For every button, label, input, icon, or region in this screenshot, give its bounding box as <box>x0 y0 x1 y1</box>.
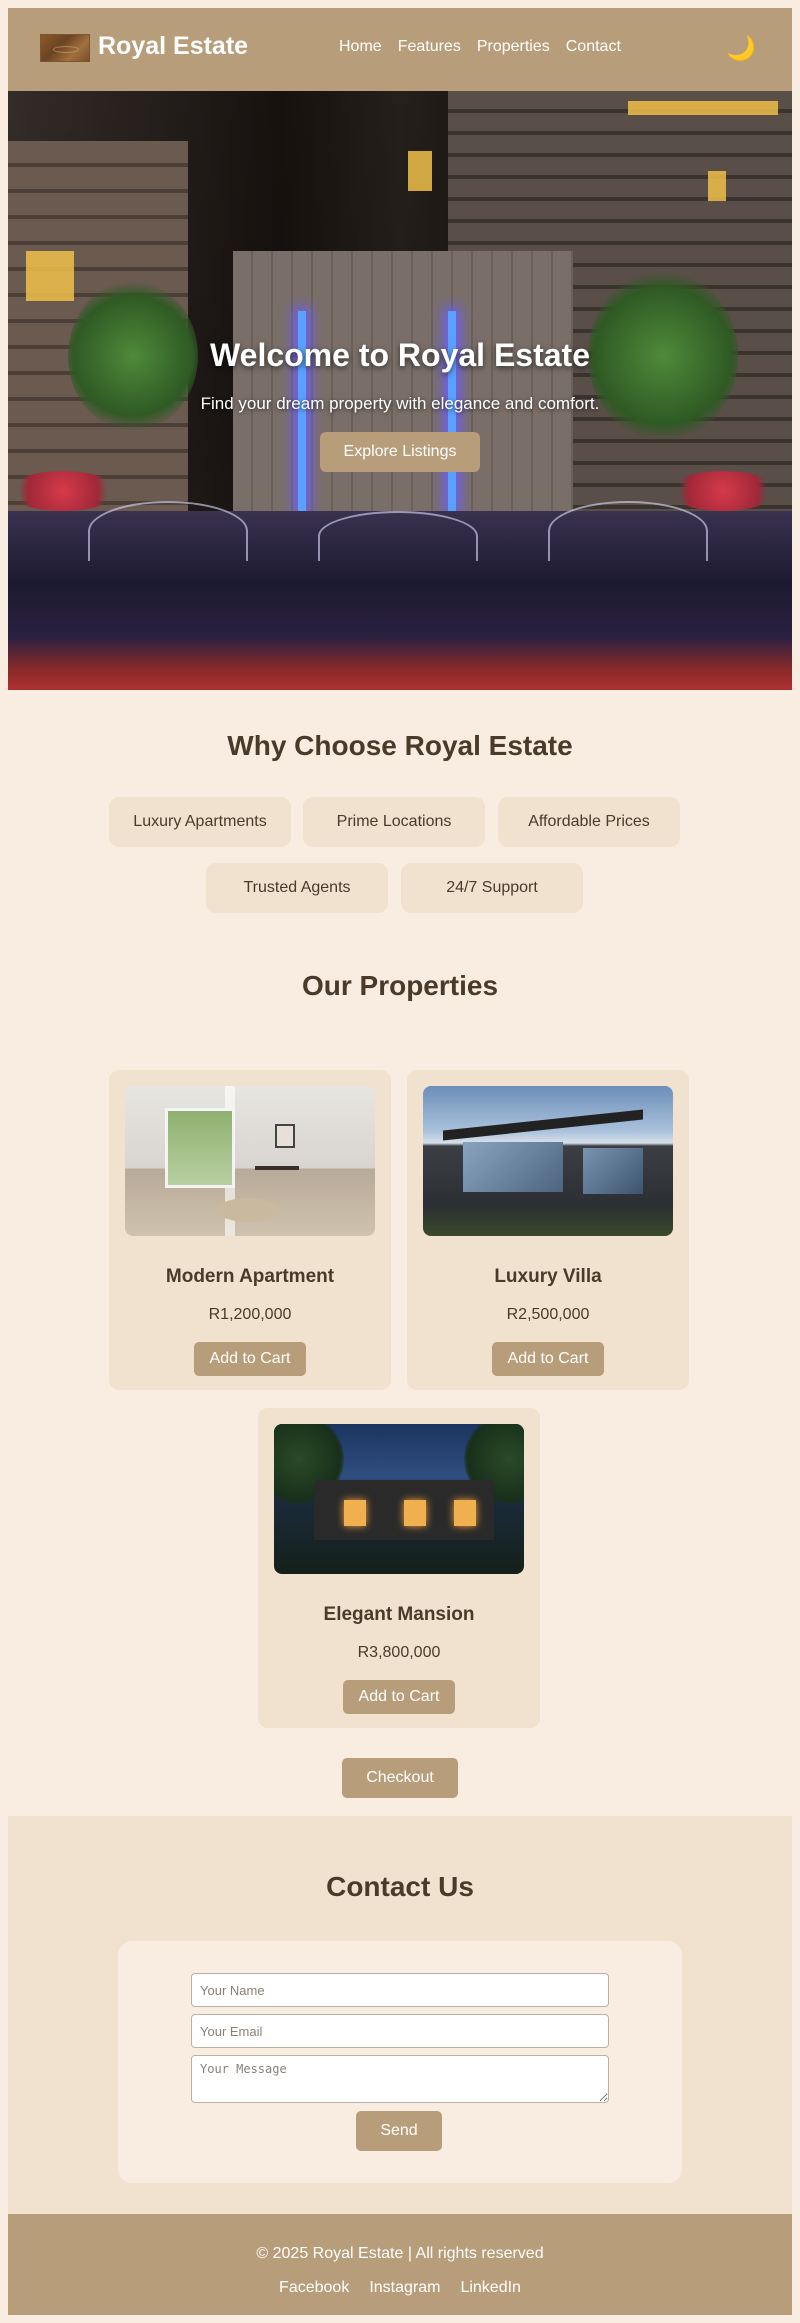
contact-form: Send <box>118 1941 682 2183</box>
property-card: Modern Apartment R1,200,000 Add to Cart <box>109 1070 391 1390</box>
hero-subtitle: Find your dream property with elegance a… <box>200 394 600 413</box>
property-name: Luxury Villa <box>494 1266 602 1287</box>
hero-flowers <box>668 471 778 511</box>
feature-card: Luxury Apartments <box>109 797 291 847</box>
name-field[interactable] <box>191 1973 609 2007</box>
site-footer: © 2025 Royal Estate | All rights reserve… <box>8 2214 792 2315</box>
logo-image[interactable] <box>40 34 90 62</box>
contact-title: Contact Us <box>326 1871 474 1902</box>
hero-fountain <box>88 501 248 561</box>
social-links: Facebook Instagram LinkedIn <box>8 2279 792 2297</box>
feature-card: Trusted Agents <box>206 863 388 913</box>
nav-properties[interactable]: Properties <box>477 38 550 56</box>
property-card: Luxury Villa R2,500,000 Add to Cart <box>407 1070 689 1390</box>
add-to-cart-button[interactable]: Add to Cart <box>194 1342 306 1376</box>
hero-window-light <box>26 251 74 301</box>
feature-card: 24/7 Support <box>401 863 583 913</box>
hero-flowers <box>8 471 118 511</box>
page: Royal Estate Home Features Properties Co… <box>8 8 792 2315</box>
brand-name[interactable]: Royal Estate <box>98 32 248 61</box>
feature-card: Affordable Prices <box>498 797 680 847</box>
nav-contact[interactable]: Contact <box>566 38 621 56</box>
property-name: Elegant Mansion <box>323 1604 475 1625</box>
site-header: Royal Estate Home Features Properties Co… <box>8 8 792 91</box>
linkedin-link[interactable]: LinkedIn <box>460 2279 521 2297</box>
property-name: Modern Apartment <box>165 1266 335 1287</box>
hero-window-light <box>408 151 432 191</box>
checkout-button[interactable]: Checkout <box>342 1758 458 1798</box>
send-button[interactable]: Send <box>356 2111 442 2151</box>
copyright-text: © 2025 Royal Estate | All rights reserve… <box>256 2245 544 2262</box>
add-to-cart-button[interactable]: Add to Cart <box>492 1342 604 1376</box>
property-image <box>125 1086 375 1236</box>
facebook-link[interactable]: Facebook <box>279 2279 349 2297</box>
feature-card: Prime Locations <box>303 797 485 847</box>
hero-fountain <box>318 511 478 561</box>
property-price: R1,200,000 <box>208 1306 292 1323</box>
hero-window-light <box>628 101 778 115</box>
property-image <box>423 1086 673 1236</box>
hero-fountain <box>548 501 708 561</box>
hero-banner: Welcome to Royal Estate Find your dream … <box>8 91 792 690</box>
properties-title: Our Properties <box>301 970 499 1001</box>
property-price: R3,800,000 <box>357 1644 441 1661</box>
instagram-link[interactable]: Instagram <box>369 2279 440 2297</box>
email-field[interactable] <box>191 2014 609 2048</box>
nav-features[interactable]: Features <box>398 38 461 56</box>
nav-home[interactable]: Home <box>339 38 382 56</box>
moon-icon[interactable]: 🌙 <box>726 34 756 63</box>
explore-listings-button[interactable]: Explore Listings <box>320 432 480 472</box>
features-title: Why Choose Royal Estate <box>227 730 573 761</box>
contact-section: Contact Us Send <box>8 1816 792 2214</box>
hero-title: Welcome to Royal Estate <box>210 337 590 373</box>
hero-window-light <box>708 171 726 201</box>
property-image <box>274 1424 524 1574</box>
property-price: R2,500,000 <box>506 1306 590 1323</box>
add-to-cart-button[interactable]: Add to Cart <box>343 1680 455 1714</box>
message-field[interactable] <box>191 2055 609 2103</box>
property-card: Elegant Mansion R3,800,000 Add to Cart <box>258 1408 540 1728</box>
main-nav: Home Features Properties Contact <box>339 38 621 56</box>
